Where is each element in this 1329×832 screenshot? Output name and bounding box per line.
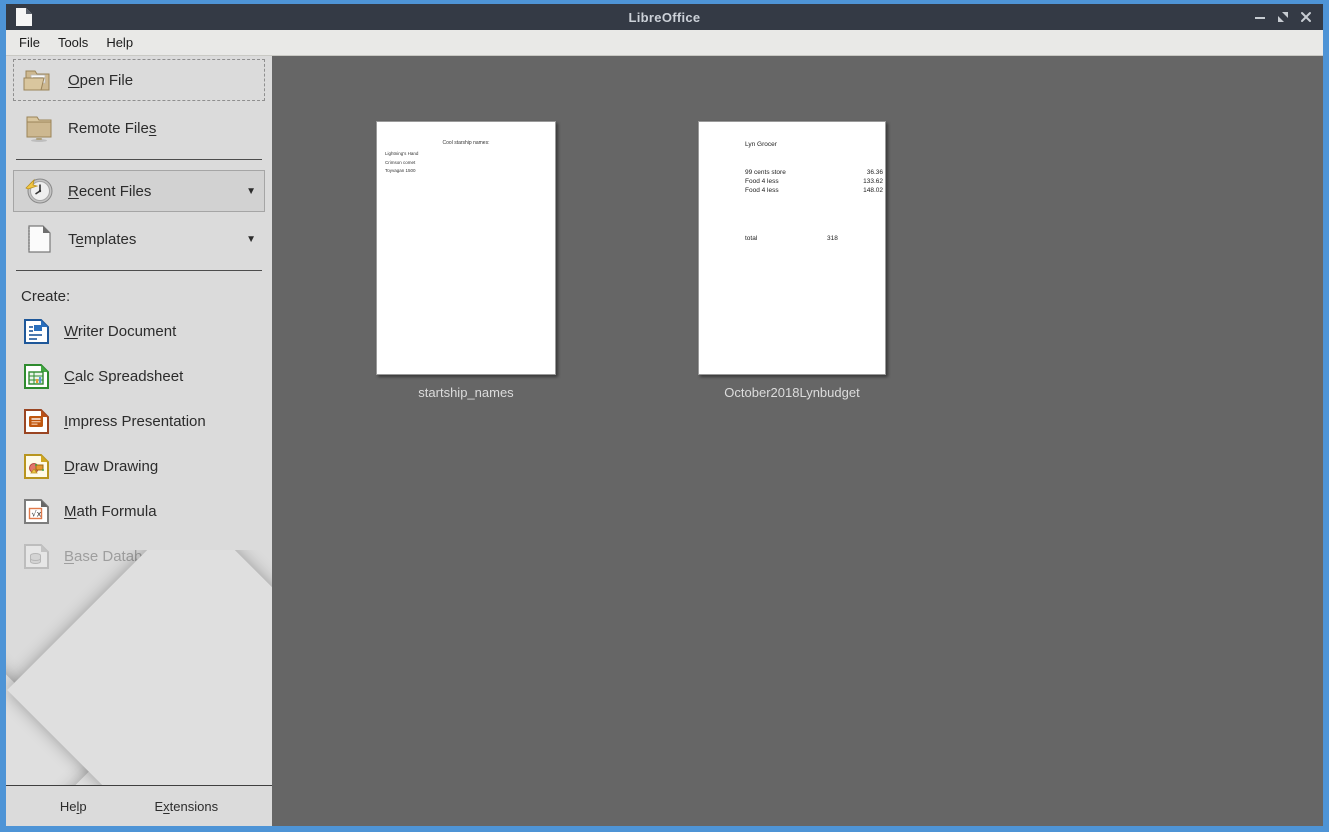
document-label: startship_names: [306, 385, 626, 400]
open-file-button[interactable]: Open File: [13, 59, 265, 101]
menu-tools[interactable]: Tools: [49, 31, 97, 54]
menubar: File Tools Help: [6, 30, 1323, 56]
doc-preview-lines: Lightning's Hand Crimson comet Toyvagan …: [385, 151, 418, 177]
writer-icon: [21, 318, 51, 345]
open-folder-icon: [22, 66, 56, 94]
create-base-database: Base Database: [6, 534, 272, 579]
chevron-down-icon[interactable]: ▼: [240, 234, 256, 245]
budget-row: Food 4 less 133.62: [745, 177, 883, 186]
remote-files-label: Remote Files: [68, 120, 156, 137]
recent-files-button[interactable]: Recent Files ▼: [13, 170, 265, 212]
recent-documents-area: Cool starship names: Lightning's Hand Cr…: [272, 56, 1323, 826]
close-icon[interactable]: [1299, 10, 1313, 24]
doc-preview-rows: 99 cents store 36.36 Food 4 less 133.62 …: [745, 168, 883, 195]
clock-icon: [22, 176, 56, 206]
extensions-link[interactable]: Extensions: [154, 799, 218, 814]
create-impress-presentation[interactable]: Impress Presentation: [6, 399, 272, 444]
templates-label: Templates: [68, 231, 136, 248]
create-draw-drawing[interactable]: Draw Drawing: [6, 444, 272, 489]
sidebar-separator: [16, 159, 262, 160]
sidebar-footer: Help Extensions: [6, 785, 272, 826]
watermark-diamond: [6, 709, 272, 785]
watermark-diamond: [6, 649, 137, 785]
budget-row: Food 4 less 148.02: [745, 186, 883, 195]
budget-row: 99 cents store 36.36: [745, 168, 883, 177]
templates-button[interactable]: Templates ▼: [13, 218, 265, 260]
remote-files-button[interactable]: Remote Files: [13, 107, 265, 149]
menu-help[interactable]: Help: [97, 31, 142, 54]
libreoffice-app-icon: [15, 7, 33, 27]
math-icon: √x: [21, 498, 51, 525]
menu-file[interactable]: File: [10, 31, 49, 54]
document-thumbnail-startship-names[interactable]: Cool starship names: Lightning's Hand Cr…: [376, 121, 556, 375]
remote-folder-icon: [22, 113, 56, 143]
titlebar: LibreOffice: [6, 4, 1323, 30]
create-writer-document[interactable]: Writer Document: [6, 309, 272, 354]
base-icon: [21, 543, 51, 570]
create-calc-spreadsheet[interactable]: Calc Spreadsheet: [6, 354, 272, 399]
budget-total-row: total 318: [745, 235, 883, 242]
create-section-label: Create:: [21, 288, 272, 305]
help-link[interactable]: Help: [60, 799, 87, 814]
doc-preview-title: Cool starship names:: [377, 140, 555, 146]
libreoffice-start-center-window: LibreOffice File Tools Help: [0, 0, 1329, 832]
doc-preview-header: Lyn Grocer: [745, 141, 777, 148]
svg-text:√x: √x: [31, 510, 41, 519]
draw-label: Draw Drawing: [64, 458, 158, 475]
document-label: October2018Lynbudget: [628, 385, 956, 400]
sidebar: Open File Remote Files: [6, 56, 272, 826]
calc-icon: [21, 363, 51, 390]
sidebar-separator: [16, 270, 262, 271]
template-document-icon: [22, 224, 56, 254]
math-label: Math Formula: [64, 503, 157, 520]
recent-files-label: Recent Files: [68, 183, 151, 200]
restore-icon[interactable]: [1276, 10, 1290, 24]
document-thumbnail-october2018lynbudget[interactable]: Lyn Grocer 99 cents store 36.36 Food 4 l…: [698, 121, 886, 375]
create-math-formula[interactable]: √x Math Formula: [6, 489, 272, 534]
writer-label: Writer Document: [64, 323, 176, 340]
base-label: Base Database: [64, 548, 167, 565]
sidebar-watermark: [6, 550, 272, 785]
draw-icon: [21, 453, 51, 480]
minimize-icon[interactable]: [1253, 10, 1267, 24]
chevron-down-icon[interactable]: ▼: [240, 186, 256, 197]
open-file-label: Open File: [68, 72, 133, 89]
watermark-diamond: [7, 550, 272, 785]
calc-label: Calc Spreadsheet: [64, 368, 183, 385]
impress-label: Impress Presentation: [64, 413, 206, 430]
impress-icon: [21, 408, 51, 435]
window-title: LibreOffice: [6, 10, 1323, 25]
